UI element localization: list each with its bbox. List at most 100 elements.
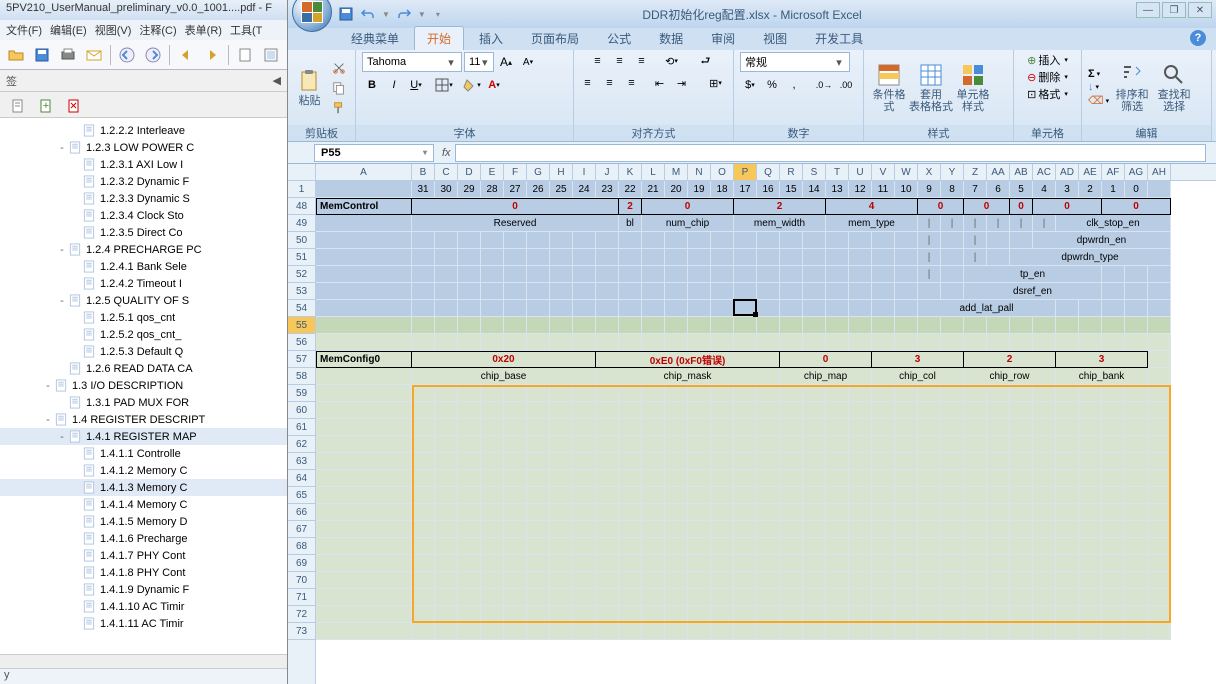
save-icon[interactable] bbox=[338, 6, 354, 22]
cell[interactable] bbox=[481, 521, 504, 538]
column-header[interactable]: H bbox=[550, 164, 573, 180]
cell[interactable] bbox=[504, 385, 527, 402]
cell[interactable] bbox=[803, 555, 826, 572]
cell[interactable] bbox=[642, 470, 665, 487]
row-header[interactable]: 50 bbox=[288, 232, 315, 249]
cell[interactable] bbox=[895, 436, 918, 453]
cell[interactable] bbox=[1079, 402, 1102, 419]
cell[interactable] bbox=[987, 419, 1010, 436]
row-header[interactable]: 60 bbox=[288, 402, 315, 419]
cell[interactable] bbox=[642, 487, 665, 504]
cell[interactable] bbox=[527, 487, 550, 504]
cell[interactable] bbox=[826, 385, 849, 402]
cell[interactable] bbox=[987, 470, 1010, 487]
cell[interactable] bbox=[872, 402, 895, 419]
cell[interactable] bbox=[619, 419, 642, 436]
cell[interactable] bbox=[826, 300, 849, 317]
cell[interactable] bbox=[711, 521, 734, 538]
cell[interactable] bbox=[1125, 283, 1148, 300]
cell[interactable] bbox=[734, 589, 757, 606]
ribbon-tab[interactable]: 经典菜单 bbox=[338, 26, 412, 50]
cell[interactable] bbox=[316, 181, 412, 198]
cell[interactable] bbox=[504, 589, 527, 606]
cell[interactable] bbox=[803, 232, 826, 249]
ribbon-tab[interactable]: 开始 bbox=[414, 26, 464, 50]
name-box[interactable]: P55▾ bbox=[314, 144, 434, 162]
cell[interactable] bbox=[757, 623, 780, 640]
cell[interactable] bbox=[527, 623, 550, 640]
cell[interactable]: 23 bbox=[596, 181, 619, 198]
grow-font-icon[interactable]: A▴ bbox=[496, 53, 516, 71]
cell[interactable] bbox=[527, 317, 550, 334]
cell[interactable] bbox=[987, 572, 1010, 589]
cell[interactable] bbox=[964, 606, 987, 623]
cell[interactable] bbox=[1033, 436, 1056, 453]
pdf-menu-item[interactable]: 编辑(E) bbox=[48, 22, 89, 38]
cell[interactable] bbox=[435, 249, 458, 266]
cell[interactable] bbox=[1079, 589, 1102, 606]
cell[interactable] bbox=[596, 623, 619, 640]
cell[interactable] bbox=[412, 249, 435, 266]
cell[interactable] bbox=[412, 266, 435, 283]
cell[interactable]: 18 bbox=[711, 181, 734, 198]
outline-item[interactable]: -1.2.5 QUALITY OF S bbox=[0, 292, 287, 309]
cell[interactable] bbox=[1079, 385, 1102, 402]
number-format-input[interactable]: 常规▾ bbox=[740, 52, 850, 72]
cell[interactable] bbox=[757, 283, 780, 300]
cell[interactable]: 0 bbox=[1010, 198, 1033, 215]
cell[interactable] bbox=[941, 521, 964, 538]
cell[interactable]: Reserved bbox=[412, 215, 619, 232]
cell[interactable] bbox=[573, 300, 596, 317]
cell[interactable]: mem_width bbox=[734, 215, 826, 232]
cell[interactable] bbox=[734, 436, 757, 453]
cell[interactable] bbox=[665, 317, 688, 334]
cell[interactable] bbox=[918, 419, 941, 436]
cell[interactable] bbox=[642, 266, 665, 283]
autosum-button[interactable]: Σ▾ bbox=[1088, 68, 1109, 80]
cell[interactable]: 5 bbox=[1010, 181, 1033, 198]
cell[interactable] bbox=[711, 623, 734, 640]
cell[interactable] bbox=[1125, 385, 1148, 402]
cell[interactable] bbox=[1148, 334, 1171, 351]
cell[interactable] bbox=[1125, 300, 1148, 317]
cell[interactable] bbox=[596, 317, 619, 334]
outline-item[interactable]: 1.4.1.2 Memory C bbox=[0, 462, 287, 479]
cell[interactable] bbox=[803, 266, 826, 283]
cell[interactable]: 27 bbox=[504, 181, 527, 198]
cell[interactable]: 0x20 bbox=[412, 351, 596, 368]
cell[interactable] bbox=[734, 623, 757, 640]
cell[interactable] bbox=[941, 402, 964, 419]
cell[interactable] bbox=[734, 266, 757, 283]
minimize-button[interactable]: — bbox=[1136, 2, 1160, 18]
cell[interactable] bbox=[1125, 402, 1148, 419]
cell[interactable] bbox=[596, 572, 619, 589]
row-header[interactable]: 55 bbox=[288, 317, 315, 334]
cell[interactable] bbox=[872, 555, 895, 572]
cell[interactable] bbox=[918, 402, 941, 419]
cell[interactable] bbox=[688, 470, 711, 487]
cell[interactable] bbox=[1079, 419, 1102, 436]
cell[interactable] bbox=[1079, 334, 1102, 351]
cell[interactable] bbox=[1010, 521, 1033, 538]
cell[interactable] bbox=[711, 572, 734, 589]
cell[interactable] bbox=[550, 300, 573, 317]
column-header[interactable]: AG bbox=[1125, 164, 1148, 180]
format-painter-icon[interactable] bbox=[329, 99, 349, 117]
cell[interactable] bbox=[596, 538, 619, 555]
row-header[interactable]: 66 bbox=[288, 504, 315, 521]
cell[interactable] bbox=[688, 504, 711, 521]
cell[interactable] bbox=[1148, 385, 1171, 402]
bookmarks-tab[interactable]: 签◀ bbox=[0, 70, 287, 92]
cell[interactable] bbox=[918, 317, 941, 334]
outline-scrollbar[interactable] bbox=[0, 654, 287, 668]
cell[interactable] bbox=[987, 317, 1010, 334]
row-header[interactable]: 52 bbox=[288, 266, 315, 283]
cell[interactable] bbox=[849, 283, 872, 300]
cell[interactable] bbox=[757, 385, 780, 402]
cell[interactable] bbox=[619, 538, 642, 555]
cell[interactable] bbox=[895, 419, 918, 436]
cell[interactable] bbox=[619, 300, 642, 317]
cell[interactable] bbox=[435, 521, 458, 538]
row-header[interactable]: 59 bbox=[288, 385, 315, 402]
decrease-decimal-icon[interactable]: .00 bbox=[836, 76, 856, 94]
